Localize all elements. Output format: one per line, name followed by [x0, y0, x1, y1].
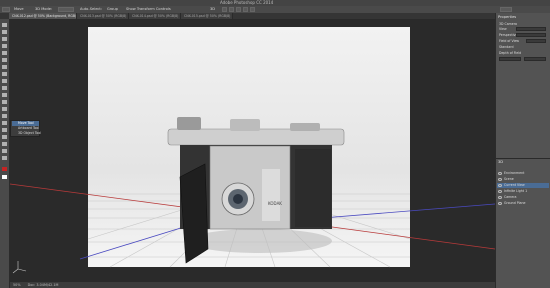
- workspace-switcher[interactable]: [500, 7, 512, 12]
- zoom-tool-icon[interactable]: [2, 156, 7, 160]
- layer-label: Ground Plane: [504, 201, 526, 205]
- dodge-tool-icon[interactable]: [2, 114, 7, 118]
- layer-label: Current View: [504, 183, 525, 187]
- marquee-tool-icon[interactable]: [2, 30, 7, 34]
- eraser-tool-icon[interactable]: [2, 93, 7, 97]
- standard-label: Standard: [499, 45, 514, 49]
- layer-infinite-light[interactable]: Infinite Light 1: [497, 189, 549, 194]
- zoom-readout[interactable]: 50%: [13, 283, 21, 287]
- view-dropdown[interactable]: [516, 27, 546, 31]
- mode-label: 3D Mode:: [35, 7, 53, 11]
- blur-tool-icon[interactable]: [2, 107, 7, 111]
- lasso-tool-icon[interactable]: [2, 37, 7, 41]
- canvas-workspace[interactable]: KODAK: [10, 19, 495, 282]
- background-color-swatch[interactable]: [2, 175, 7, 179]
- 3d-orbit-button[interactable]: [222, 7, 227, 12]
- axis-gizmo: [12, 261, 27, 274]
- layer-ground-plane[interactable]: Ground Plane: [497, 201, 549, 206]
- eye-icon[interactable]: [498, 195, 502, 199]
- layer-environment[interactable]: Environment: [497, 171, 549, 176]
- shape-tool-icon[interactable]: [2, 142, 7, 146]
- healing-tool-icon[interactable]: [2, 65, 7, 69]
- camera-brand-text: KODAK: [268, 201, 282, 206]
- document-info: Doc: 3.04M/42.1M: [27, 283, 59, 287]
- layer-current-view[interactable]: Current View: [497, 183, 549, 188]
- gradient-tool-icon[interactable]: [2, 100, 7, 104]
- tool-name: Move: [14, 7, 24, 11]
- transform-controls-label: Show Transform Controls: [126, 7, 171, 11]
- crop-tool-icon[interactable]: [2, 51, 7, 55]
- 3d-panel-tab[interactable]: 3D: [498, 160, 503, 165]
- depth-field[interactable]: [524, 57, 546, 61]
- fov-field[interactable]: [526, 39, 546, 43]
- layer-label: Camera: [504, 195, 517, 199]
- eye-icon[interactable]: [498, 177, 502, 181]
- move-tool-flyout: Move Tool Artboard Tool 3D Object Tool: [10, 120, 41, 137]
- eye-icon[interactable]: [498, 201, 502, 205]
- eye-icon[interactable]: [498, 183, 502, 187]
- 3d-mode-label: 3D: [210, 7, 216, 11]
- status-bar: 50% Doc: 3.04M/42.1M: [10, 282, 495, 288]
- layer-camera[interactable]: Camera: [497, 195, 549, 200]
- perspective-dropdown[interactable]: [516, 33, 546, 37]
- quick-select-tool-icon[interactable]: [2, 44, 7, 48]
- flyout-item-3d-object[interactable]: 3D Object Tool: [12, 131, 41, 136]
- eye-icon[interactable]: [498, 171, 502, 175]
- foreground-color-swatch[interactable]: [2, 167, 7, 171]
- hand-tool-icon[interactable]: [2, 149, 7, 153]
- stamp-tool-icon[interactable]: [2, 79, 7, 83]
- history-brush-icon[interactable]: [2, 86, 7, 90]
- eye-icon[interactable]: [498, 189, 502, 193]
- layer-scene[interactable]: Scene: [497, 177, 549, 182]
- 3d-scale-button[interactable]: [250, 7, 255, 12]
- canvas-svg: KODAK: [10, 27, 495, 274]
- layer-label: Infinite Light 1: [504, 189, 528, 193]
- ps-home-button[interactable]: [2, 7, 10, 12]
- camera-shadow: [188, 229, 332, 253]
- dof-label: Depth of Field: [499, 51, 522, 55]
- 3d-slide-button[interactable]: [243, 7, 248, 12]
- 3d-drag-button[interactable]: [236, 7, 241, 12]
- pen-tool-icon[interactable]: [2, 121, 7, 125]
- panel-divider: [496, 158, 550, 159]
- distance-field[interactable]: [499, 57, 521, 61]
- group-label: Group: [107, 7, 118, 11]
- path-select-tool-icon[interactable]: [2, 135, 7, 139]
- layer-label: Environment: [504, 171, 525, 175]
- properties-panel-tab[interactable]: Properties: [498, 15, 516, 20]
- auto-select-checkbox[interactable]: [58, 7, 74, 12]
- right-panel: Properties 3D Camera View Perspective Fi…: [495, 13, 550, 288]
- eyedropper-tool-icon[interactable]: [2, 58, 7, 62]
- properties-section: 3D Camera: [499, 22, 518, 26]
- tools-panel: [0, 19, 10, 288]
- type-tool-icon[interactable]: [2, 128, 7, 132]
- 3d-roll-button[interactable]: [229, 7, 234, 12]
- move-tool-icon[interactable]: [2, 23, 7, 27]
- auto-select-label: Auto-Select:: [80, 7, 103, 11]
- brush-tool-icon[interactable]: [2, 72, 7, 76]
- layer-label: Scene: [504, 177, 514, 181]
